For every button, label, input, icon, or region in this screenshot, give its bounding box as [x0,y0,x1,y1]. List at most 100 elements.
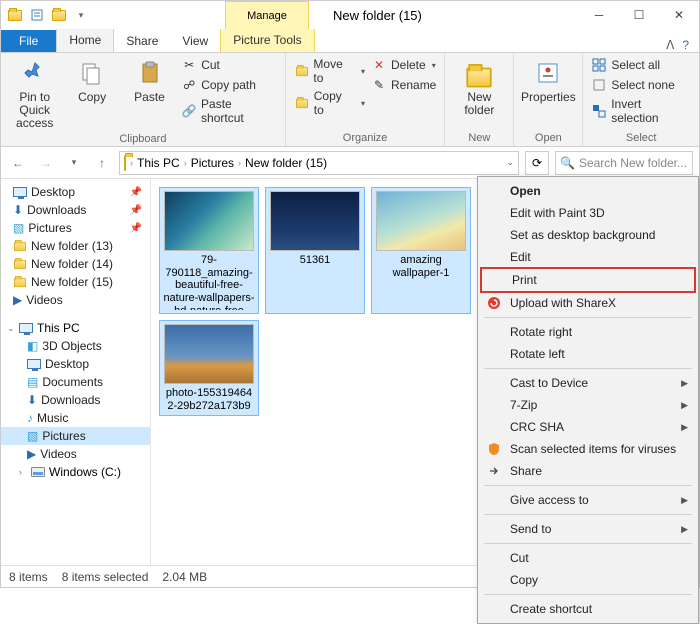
share-icon [486,463,502,479]
paste-label: Paste [134,91,165,104]
breadcrumb-root-icon [124,156,126,170]
nav-windows-c[interactable]: ›Windows (C:) [1,463,150,481]
pictures-icon: ▧ [13,221,24,235]
group-new-label: New [453,130,505,144]
nav-nf14[interactable]: New folder (14) [1,255,150,273]
nav-downloads[interactable]: ⬇Downloads📌 [1,201,150,219]
close-button[interactable]: ✕ [659,1,699,29]
file-tile[interactable]: 79-790118_amazing-beautiful-free-nature-… [159,187,259,314]
cm-scan[interactable]: Scan selected items for viruses [480,438,696,460]
nav-pictures[interactable]: ▧Pictures📌 [1,219,150,237]
videos-icon: ▶ [13,293,22,307]
cm-edit[interactable]: Edit [480,246,696,268]
nav-videos2[interactable]: ▶Videos [1,445,150,463]
qat-dropdown-icon[interactable]: ▾ [73,7,89,23]
nav-videos[interactable]: ▶Videos [1,291,150,309]
tab-view[interactable]: View [170,30,220,52]
tab-picture-tools[interactable]: Picture Tools [220,28,314,52]
delete-button[interactable]: ✕Delete▾ [371,57,436,73]
chevron-right-icon[interactable]: › [182,158,189,168]
delete-icon: ✕ [371,57,387,73]
cm-share[interactable]: Share [480,460,696,482]
nav-documents[interactable]: ▤Documents [1,373,150,391]
file-tile[interactable]: amazing wallpaper-1 [371,187,471,314]
move-to-button[interactable]: Move to▾ [294,57,365,85]
pin-quick-access-button[interactable]: Pin to Quick access [9,57,60,131]
cm-send-to[interactable]: Send to▶ [480,518,696,540]
back-button[interactable]: ← [7,152,29,174]
cut-button[interactable]: ✂Cut [181,57,277,73]
recent-locations-button[interactable]: ▾ [63,152,85,174]
group-select-label: Select [591,130,691,144]
file-tile[interactable]: 51361 [265,187,365,314]
cm-crc[interactable]: CRC SHA▶ [480,416,696,438]
cm-rotate-right[interactable]: Rotate right [480,321,696,343]
tab-file[interactable]: File [1,30,56,52]
bc-this-pc[interactable]: This PC [137,156,180,170]
chevron-right-icon[interactable]: › [19,467,27,477]
file-tile[interactable]: photo-155319464 2-29b272a173b9 [159,320,259,416]
rename-button[interactable]: ✎Rename [371,77,436,93]
objects3d-icon: ◧ [27,339,38,353]
chevron-right-icon[interactable]: › [236,158,243,168]
cm-rotate-left[interactable]: Rotate left [480,343,696,365]
nav-downloads2[interactable]: ⬇Downloads [1,391,150,409]
select-all-button[interactable]: Select all [591,57,691,73]
cm-7zip[interactable]: 7-Zip▶ [480,394,696,416]
nav-nf15[interactable]: New folder (15) [1,273,150,291]
nav-desktop2[interactable]: Desktop [1,355,150,373]
copy-button[interactable]: Copy [66,57,117,104]
minimize-button[interactable]: ─ [579,1,619,29]
qat-properties-icon[interactable] [29,7,45,23]
cm-edit-paint3d[interactable]: Edit with Paint 3D [480,202,696,224]
qat-newfolder-icon[interactable] [51,7,67,23]
help-icon[interactable]: ? [682,38,689,52]
cm-open[interactable]: Open [480,180,696,202]
tab-home[interactable]: Home [56,28,114,52]
select-none-button[interactable]: Select none [591,77,691,93]
properties-button[interactable]: Properties [522,57,574,104]
maximize-button[interactable]: ☐ [619,1,659,29]
search-icon: 🔍 [560,156,575,170]
cm-create-shortcut[interactable]: Create shortcut [480,598,696,620]
tab-share[interactable]: Share [114,30,170,52]
invert-selection-button[interactable]: Invert selection [591,97,691,125]
cm-print[interactable]: Print [482,269,694,291]
window-title: New folder (15) [333,8,422,23]
cm-cut[interactable]: Cut [480,547,696,569]
refresh-button[interactable]: ⟳ [525,151,549,175]
cm-give-access[interactable]: Give access to▶ [480,489,696,511]
nav-this-pc[interactable]: ⌄This PC [1,319,150,337]
nav-3d-objects[interactable]: ◧3D Objects [1,337,150,355]
status-selected-count: 8 items selected [62,570,149,584]
chevron-down-icon[interactable]: ⌄ [7,323,15,334]
cm-upload-sharex[interactable]: Upload with ShareX [480,292,696,314]
copy-label: Copy [78,91,106,104]
copy-path-button[interactable]: ☍Copy path [181,77,277,93]
ribbon-collapse-icon[interactable]: ᐱ [666,38,674,52]
breadcrumb-dropdown-icon[interactable]: ⌄ [506,157,514,168]
chevron-right-icon[interactable]: › [128,158,135,168]
paste-shortcut-button[interactable]: 🔗Paste shortcut [181,97,277,125]
navigation-pane: Desktop📌 ⬇Downloads📌 ▧Pictures📌 New fold… [1,179,151,565]
thumbnail [270,191,360,251]
nav-nf13[interactable]: New folder (13) [1,237,150,255]
search-input[interactable]: 🔍 Search New folder... [555,151,693,175]
cm-cast[interactable]: Cast to Device▶ [480,372,696,394]
forward-button[interactable]: → [35,152,57,174]
up-button[interactable]: ↑ [91,152,113,174]
bc-pictures[interactable]: Pictures [191,156,234,170]
folder-icon [14,277,26,286]
copy-to-button[interactable]: Copy to▾ [294,89,365,117]
nav-desktop[interactable]: Desktop📌 [1,183,150,201]
paste-button[interactable]: Paste [124,57,175,104]
pin-icon [19,57,51,89]
folder-icon [14,259,26,268]
breadcrumb[interactable]: › This PC › Pictures › New folder (15) ⌄ [119,151,519,175]
cm-set-background[interactable]: Set as desktop background [480,224,696,246]
nav-pictures2[interactable]: ▧Pictures [1,427,150,445]
bc-current[interactable]: New folder (15) [245,156,327,170]
new-folder-button[interactable]: New folder [453,57,505,117]
nav-music[interactable]: ♪Music [1,409,150,427]
invert-selection-icon [591,103,607,119]
